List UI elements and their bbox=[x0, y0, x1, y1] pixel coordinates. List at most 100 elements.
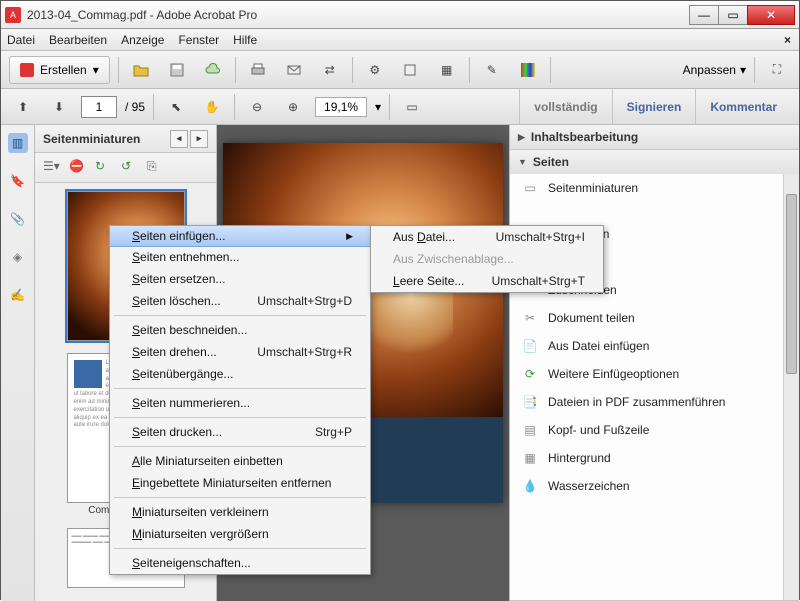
page-up-button[interactable]: ⬆ bbox=[9, 93, 37, 121]
fullscreen-button[interactable]: ⛶ bbox=[763, 56, 791, 84]
create-label: Erstellen bbox=[40, 63, 87, 77]
scrollbar[interactable] bbox=[783, 174, 799, 600]
sidebar-item-insert[interactable]: 📄Aus Datei einfügen bbox=[510, 332, 799, 360]
menu-file[interactable]: Datei bbox=[7, 33, 35, 47]
form-button[interactable]: ▦ bbox=[433, 56, 461, 84]
sidebar-item-watermark[interactable]: 💧Wasserzeichen bbox=[510, 472, 799, 500]
tab-sign[interactable]: Signieren bbox=[612, 89, 696, 125]
customize-label[interactable]: Anpassen bbox=[683, 63, 736, 77]
menu-item[interactable]: Miniaturseiten vergrößern bbox=[110, 523, 370, 545]
settings-button[interactable]: ⚙ bbox=[361, 56, 389, 84]
menu-item[interactable]: Leere Seite...Umschalt+Strg+T bbox=[371, 270, 603, 292]
layers-icon[interactable]: ◈ bbox=[8, 247, 28, 267]
sidebar-item-background[interactable]: ▦Hintergrund bbox=[510, 444, 799, 472]
sidebar-item-split[interactable]: ✂Dokument teilen bbox=[510, 304, 799, 332]
menu-item[interactable]: Seiteneigenschaften... bbox=[110, 552, 370, 574]
zoom-out-button[interactable]: ⊖ bbox=[243, 93, 271, 121]
thumb-rotate-ccw-button[interactable]: ↺ bbox=[121, 159, 141, 177]
menu-view[interactable]: Anzeige bbox=[121, 33, 164, 47]
tab-full[interactable]: vollständig bbox=[519, 89, 611, 125]
sidebar-item-header[interactable]: ▤ Kopf- und Fußzeile bbox=[510, 416, 799, 444]
share-button[interactable]: ⇄ bbox=[316, 56, 344, 84]
menu-shortcut: Umschalt+Strg+D bbox=[233, 294, 352, 308]
thumb-next-button[interactable]: ▸ bbox=[190, 130, 208, 148]
context-menu: Seiten einfügen...▶Seiten entnehmen...Se… bbox=[109, 225, 371, 575]
print-button[interactable] bbox=[244, 56, 272, 84]
header-icon: ▤ bbox=[522, 422, 538, 438]
page-total: / 95 bbox=[125, 100, 145, 114]
edit-button[interactable]: ✎ bbox=[478, 56, 506, 84]
thumb-extract-button[interactable]: ⎘ bbox=[147, 159, 167, 177]
signatures-icon[interactable]: ✍ bbox=[8, 285, 28, 305]
thumbnails-header: Seitenminiaturen ◂ ▸ bbox=[35, 125, 216, 153]
bookmarks-icon[interactable]: 🔖 bbox=[8, 171, 28, 191]
zoom-in-button[interactable]: ⊕ bbox=[279, 93, 307, 121]
menu-item-label: Seiteneigenschaften... bbox=[132, 556, 251, 570]
open-button[interactable] bbox=[127, 56, 155, 84]
context-submenu: Aus Datei...Umschalt+Strg+I Aus Zwischena… bbox=[370, 225, 604, 293]
tab-comment[interactable]: Kommentar bbox=[695, 89, 791, 125]
minimize-button[interactable]: — bbox=[689, 5, 719, 25]
zoom-level[interactable]: 19,1% bbox=[315, 97, 367, 117]
chevron-down-icon[interactable]: ▾ bbox=[375, 100, 381, 114]
menu-item-label: Seitenübergänge... bbox=[132, 367, 233, 381]
color-button[interactable] bbox=[514, 56, 542, 84]
sidebar-item-merge[interactable]: 📑Dateien in PDF zusammenführen bbox=[510, 388, 799, 416]
close-button[interactable]: ✕ bbox=[747, 5, 795, 25]
attachments-icon[interactable]: 📎 bbox=[8, 209, 28, 229]
menu-item[interactable]: Miniaturseiten verkleinern bbox=[110, 501, 370, 523]
chevron-down-icon: ▾ bbox=[93, 63, 99, 77]
menu-item-label: Aus Datei... bbox=[393, 230, 455, 244]
fit-button[interactable]: ▭ bbox=[398, 93, 426, 121]
cloud-button[interactable] bbox=[199, 56, 227, 84]
menubar: Datei Bearbeiten Anzeige Fenster Hilfe × bbox=[1, 29, 799, 51]
menu-item[interactable]: Seiten nummerieren... bbox=[110, 392, 370, 414]
menu-item[interactable]: Alle Miniaturseiten einbetten bbox=[110, 450, 370, 472]
thumb-options-button[interactable]: ☰▾ bbox=[43, 159, 63, 177]
sidebar-item-label: Kopf- und Fußzeile bbox=[548, 423, 649, 437]
menu-item[interactable]: Seiten entnehmen... bbox=[110, 246, 370, 268]
document-close-icon[interactable]: × bbox=[784, 33, 791, 47]
menu-help[interactable]: Hilfe bbox=[233, 33, 257, 47]
menu-item-label: Seiten drehen... bbox=[132, 345, 217, 359]
sidebar-item-more[interactable]: ⟳Weitere Einfügeoptionen bbox=[510, 360, 799, 388]
menu-item-label: Miniaturseiten vergrößern bbox=[132, 527, 269, 541]
maximize-button[interactable]: ▭ bbox=[718, 5, 748, 25]
sidebar-item-label: Dateien in PDF zusammenführen bbox=[548, 395, 725, 409]
menu-item-label: Seiten löschen... bbox=[132, 294, 221, 308]
thumb-delete-button[interactable]: ⛔ bbox=[69, 159, 89, 177]
thumb-prev-button[interactable]: ◂ bbox=[170, 130, 188, 148]
menu-item-label: Alle Miniaturseiten einbetten bbox=[132, 454, 283, 468]
menu-item[interactable]: Seiten drehen...Umschalt+Strg+R bbox=[110, 341, 370, 363]
menu-window[interactable]: Fenster bbox=[178, 33, 219, 47]
menu-item[interactable]: Seitenübergänge... bbox=[110, 363, 370, 385]
menu-item[interactable]: Eingebettete Miniaturseiten entfernen bbox=[110, 472, 370, 494]
menu-edit[interactable]: Bearbeiten bbox=[49, 33, 107, 47]
menu-item[interactable]: Seiten einfügen...▶ bbox=[109, 225, 371, 247]
scan-button[interactable] bbox=[397, 56, 425, 84]
menu-item[interactable]: Seiten löschen... Umschalt+Strg+D bbox=[110, 290, 370, 312]
thumbnails-icon[interactable]: ▥ bbox=[8, 133, 28, 153]
email-button[interactable] bbox=[280, 56, 308, 84]
accordion-content-editing[interactable]: ▶ Inhaltsbearbeitung bbox=[510, 125, 799, 149]
thumb-rotate-cw-button[interactable]: ↻ bbox=[95, 159, 115, 177]
accordion-pages[interactable]: ▼ Seiten bbox=[510, 150, 799, 174]
create-button[interactable]: Erstellen ▾ bbox=[9, 56, 110, 84]
save-button[interactable] bbox=[163, 56, 191, 84]
menu-item[interactable]: Aus Datei...Umschalt+Strg+I bbox=[371, 226, 603, 248]
menu-item-label: Aus Zwischenablage... bbox=[393, 252, 514, 266]
menu-item-label: Seiten drucken... bbox=[132, 425, 222, 439]
background-icon: ▦ bbox=[522, 450, 538, 466]
page-input[interactable] bbox=[81, 96, 117, 118]
menu-shortcut: Umschalt+Strg+T bbox=[468, 274, 585, 288]
sidebar-item-label: Wasserzeichen bbox=[548, 479, 630, 493]
menu-item[interactable]: Seiten beschneiden... bbox=[110, 319, 370, 341]
menu-shortcut: Strg+P bbox=[291, 425, 352, 439]
accordion-label: Seiten bbox=[533, 155, 569, 169]
sidebar-item-page[interactable]: ▭Seitenminiaturen bbox=[510, 174, 799, 220]
select-tool-button[interactable]: ⬉ bbox=[162, 93, 190, 121]
menu-item[interactable]: Seiten ersetzen... bbox=[110, 268, 370, 290]
page-down-button[interactable]: ⬇ bbox=[45, 93, 73, 121]
menu-item[interactable]: Seiten drucken... Strg+P bbox=[110, 421, 370, 443]
hand-tool-button[interactable]: ✋ bbox=[198, 93, 226, 121]
